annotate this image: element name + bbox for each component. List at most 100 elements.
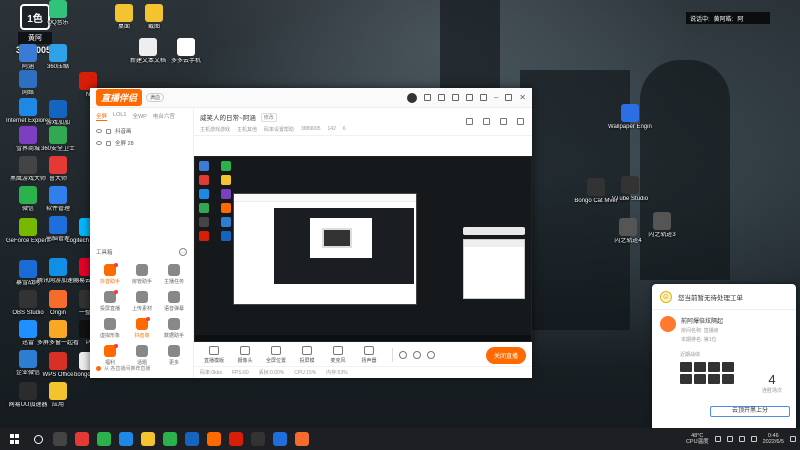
- desktop-icon[interactable]: 360安全卫士: [36, 126, 80, 153]
- taskbar-app-icon[interactable]: [141, 432, 155, 446]
- left-footer[interactable]: 从 各直播间推荐直播: [96, 365, 150, 372]
- room-title[interactable]: 威笑人的日常~阿涵: [200, 112, 256, 122]
- taskbar-app-icon[interactable]: [229, 432, 243, 446]
- desktop-icon[interactable]: 多多云手机: [164, 38, 208, 65]
- status-item: 内存:53%: [326, 370, 348, 376]
- tool-item[interactable]: 语音弹幕: [158, 291, 190, 312]
- shirt-icon[interactable]: [465, 94, 473, 101]
- scene-source-row[interactable]: 抖音画: [90, 125, 193, 137]
- view-icon[interactable]: [413, 351, 421, 359]
- settings-icon[interactable]: [427, 351, 435, 359]
- app-badge[interactable]: 满血: [146, 93, 165, 102]
- live-companion-window[interactable]: 直播伴侣 满血 – ✕ 全屏 LOL1 全WP 电台六宫 抖音画 全屏 28 工…: [90, 88, 532, 378]
- desktop-icon[interactable]: 截图: [132, 4, 176, 31]
- clock[interactable]: 0:46 2022/6/5: [763, 433, 784, 445]
- menu-icon[interactable]: [479, 94, 487, 101]
- taskbar-app-icon[interactable]: [75, 432, 89, 446]
- desktop-icon[interactable]: 鲁大师: [36, 156, 80, 183]
- desktop-icon[interactable]: 网络: [6, 70, 50, 97]
- taskbar-app-icon[interactable]: [185, 432, 199, 446]
- bell-icon[interactable]: [500, 118, 507, 125]
- search-icon[interactable]: [34, 434, 43, 444]
- ctrl-mic[interactable]: 麦克风: [324, 346, 352, 364]
- taskbar-app-icon[interactable]: [163, 432, 177, 446]
- ctrl-speaker[interactable]: 扬声器: [355, 346, 383, 364]
- tool-item[interactable]: 数据助手: [158, 318, 190, 339]
- room-sub-item[interactable]: 主机游戏游戏: [200, 126, 230, 133]
- room-sub-item[interactable]: 码率设置帮助: [264, 126, 294, 133]
- tool-item[interactable]: 抖音商: [126, 317, 158, 339]
- ctrl-camera[interactable]: 摄像头: [231, 346, 259, 364]
- taskbar-app-icon[interactable]: [251, 432, 265, 446]
- mail-icon[interactable]: [423, 94, 431, 101]
- eye-icon[interactable]: [96, 141, 102, 145]
- lock-icon[interactable]: [106, 128, 111, 134]
- user-avatar[interactable]: [406, 92, 417, 103]
- trash-icon[interactable]: [466, 118, 473, 125]
- taskbar-app-icon[interactable]: [295, 432, 309, 446]
- room-sub-item[interactable]: 主机其他: [237, 126, 257, 133]
- desktop-icon[interactable]: 软件管理: [36, 186, 80, 213]
- tool-item[interactable]: 话题: [126, 345, 158, 366]
- app-titlebar[interactable]: 直播伴侣 满血 – ✕: [90, 88, 532, 108]
- tab-scene-1[interactable]: LOL1: [113, 112, 126, 121]
- desktop-icon[interactable]: 应用: [36, 382, 80, 409]
- taskbar-app-icon[interactable]: [119, 432, 133, 446]
- tool-item[interactable]: 主播任务: [158, 264, 190, 285]
- desktop-icon[interactable]: 游戏加加: [36, 100, 80, 127]
- tab-scene-2[interactable]: 全WP: [132, 112, 146, 121]
- stream-preview[interactable]: [194, 156, 532, 342]
- desktop-icon[interactable]: Wallpaper Engine: [608, 104, 652, 131]
- preview-popup: [463, 239, 525, 299]
- tool-item[interactable]: 抖音助手: [94, 263, 126, 285]
- minimize-button[interactable]: –: [494, 93, 498, 102]
- cpu-temp[interactable]: 48°C CPU温度: [686, 433, 709, 445]
- maximize-button[interactable]: [505, 94, 513, 101]
- notification-center-icon[interactable]: [790, 436, 796, 442]
- copy-icon[interactable]: [483, 118, 490, 125]
- ticket-notification-panel[interactable]: ☺ 您当前暂无待处理工单 前阿爆倍炫隔起 房间名称: 直播房 本期排名: 第1位…: [652, 284, 796, 434]
- ctrl-cast[interactable]: 投屏模: [293, 346, 321, 364]
- tool-item[interactable]: 房管助手: [126, 264, 158, 285]
- eye-icon[interactable]: [96, 129, 102, 133]
- preview-icon: [199, 189, 209, 199]
- tab-scene-0[interactable]: 全屏: [96, 112, 108, 121]
- desktop-icon[interactable]: Bongo Cat Mver: [574, 178, 618, 205]
- lock-icon[interactable]: [106, 140, 111, 146]
- team-up-button[interactable]: 云顶开黑上分: [710, 406, 790, 417]
- tool-item[interactable]: 福利: [94, 344, 126, 366]
- edit-title-button[interactable]: 修改: [260, 112, 277, 122]
- taskbar-app-icon[interactable]: [97, 432, 111, 446]
- ctrl-screen[interactable]: 全屏位置: [262, 346, 290, 364]
- windows-start-icon[interactable]: [10, 434, 20, 444]
- avatar[interactable]: [660, 316, 676, 332]
- volume-icon[interactable]: [750, 436, 757, 442]
- task-view-icon[interactable]: [53, 432, 67, 446]
- tool-item[interactable]: 更多: [158, 345, 190, 366]
- tray-icon[interactable]: [726, 436, 733, 442]
- tab-scene-3[interactable]: 电台六宫: [153, 112, 175, 121]
- message-icon[interactable]: [437, 94, 445, 101]
- desktop-icon[interactable]: 360压缩: [36, 44, 80, 71]
- tool-item[interactable]: 虚拟形象: [94, 318, 126, 339]
- more-icon[interactable]: …: [179, 248, 187, 256]
- tray-icon[interactable]: [714, 436, 721, 442]
- new-badge-dot: [114, 263, 118, 267]
- ctrl-template[interactable]: 直播模版: [200, 346, 228, 364]
- tool-item[interactable]: 投屏直播: [94, 290, 126, 312]
- stop-live-button[interactable]: 关闭直播: [485, 346, 526, 364]
- taskbar-app-icon[interactable]: [273, 432, 287, 446]
- desktop-icon[interactable]: 闪之轨迹3: [640, 212, 684, 239]
- desktop-icon[interactable]: QQ音乐: [36, 0, 80, 27]
- gift-icon[interactable]: [451, 94, 459, 101]
- cast-icon: [302, 346, 312, 355]
- tool-item[interactable]: 上传素材: [126, 291, 158, 312]
- taskbar-app-icon[interactable]: [207, 432, 221, 446]
- network-icon[interactable]: [738, 436, 745, 442]
- app-icon: [19, 98, 37, 116]
- share-icon[interactable]: [517, 118, 524, 125]
- record-icon[interactable]: [399, 351, 407, 359]
- scene-source-row[interactable]: 全屏 28: [90, 137, 193, 149]
- user-name[interactable]: 前阿爆倍炫隔起: [681, 316, 723, 325]
- close-button[interactable]: ✕: [519, 93, 526, 102]
